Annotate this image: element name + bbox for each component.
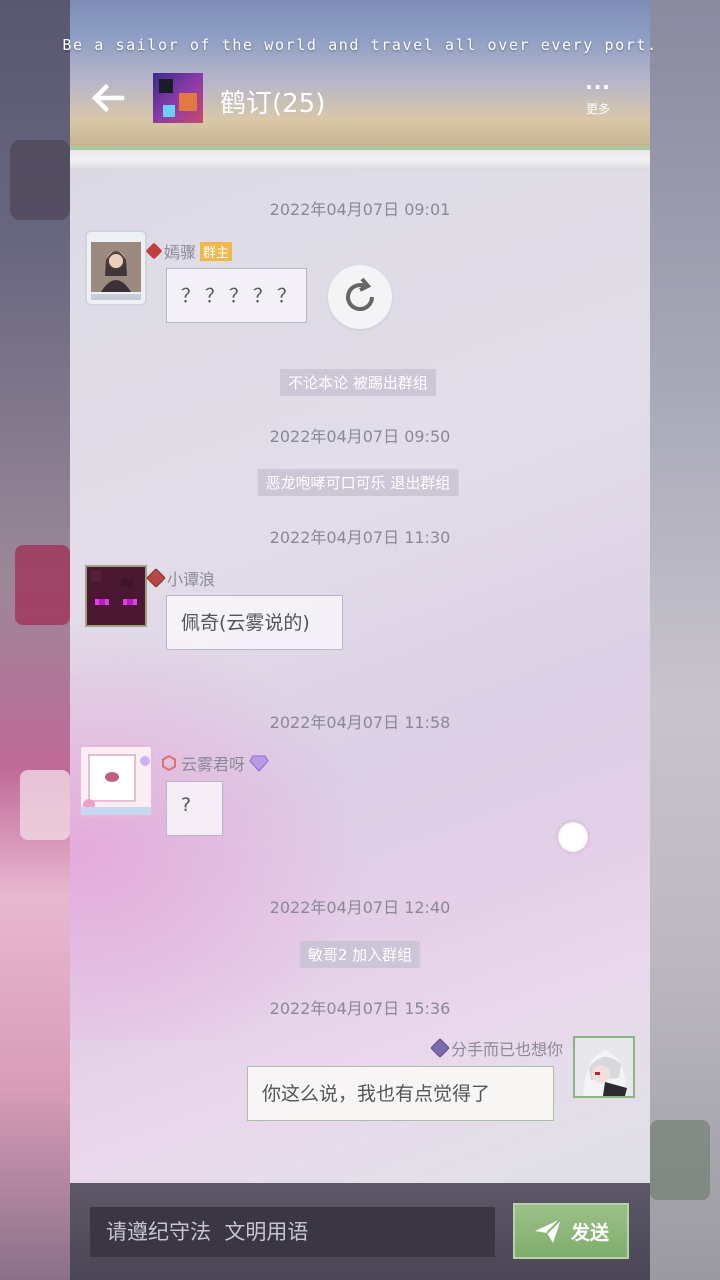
hexagon-badge-icon (162, 755, 176, 771)
system-notice: 敏哥2 加入群组 (299, 941, 421, 968)
header-divider (70, 150, 650, 170)
timestamp: 2022年04月07日 09:01 (269, 200, 451, 219)
arrow-left-icon (91, 83, 125, 113)
avatar[interactable] (85, 565, 147, 627)
more-dots-icon: ··· (585, 75, 611, 99)
resend-button[interactable] (328, 265, 392, 329)
sender-name: 云雾君呀 (181, 755, 246, 774)
chat-screen: 鹤订(25) ··· 更多 2022年04月07日 09:01 嫣骤 群主 ？？… (70, 0, 650, 1280)
sender-name: 小谭浪 (167, 570, 216, 589)
level-badge-icon (430, 1038, 450, 1058)
timestamp: 2022年04月07日 11:30 (269, 528, 451, 547)
background-right-blur (650, 0, 720, 1280)
enderman-avatar-image (87, 567, 145, 625)
sender-name: 嫣骤 (164, 243, 197, 262)
timestamp: 2022年04月07日 15:36 (269, 999, 451, 1018)
background-left-blur (0, 0, 70, 1280)
group-title: 鹤订(25) (220, 89, 326, 119)
avatar-portrait-image (91, 242, 141, 300)
profile-motto: Be a sailor of the world and travel all … (62, 36, 658, 54)
send-button[interactable]: 发送 (513, 1203, 629, 1259)
message-bubble[interactable]: 你这么说，我也有点觉得了 (247, 1066, 554, 1121)
owner-badge: 群主 (200, 241, 233, 261)
refresh-icon (346, 277, 374, 311)
message-input[interactable] (90, 1207, 495, 1257)
more-label: 更多 (585, 102, 610, 116)
avatar-frame-image (81, 754, 151, 815)
avatar[interactable] (79, 745, 153, 817)
level-badge-icon (146, 568, 166, 588)
level-badge-icon (145, 242, 163, 260)
message-bubble[interactable]: 佩奇(云雾说的) (166, 595, 343, 650)
sender-row: 嫣骤 群主 (145, 239, 233, 263)
sender-row: 云雾君呀 (161, 751, 269, 775)
composer-bar: 发送 (70, 1183, 650, 1280)
system-notice: 不论本论 被踢出群组 (280, 369, 436, 396)
avatar[interactable] (85, 230, 147, 306)
group-avatar[interactable] (153, 73, 203, 123)
diamond-vip-icon (249, 755, 269, 772)
chat-header: 鹤订(25) ··· 更多 (70, 0, 650, 150)
timestamp: 2022年04月07日 11:58 (269, 713, 451, 732)
send-label: 发送 (570, 1221, 609, 1244)
sender-name: 分手而已也想你 (450, 1040, 563, 1059)
anime-avatar-image (575, 1038, 633, 1096)
timestamp: 2022年04月07日 09:50 (269, 427, 451, 446)
system-notice: 恶龙咆哮可口可乐 退出群组 (257, 469, 459, 496)
avatar[interactable] (573, 1036, 635, 1098)
paper-plane-icon (534, 1218, 562, 1243)
more-button[interactable]: ··· 更多 (578, 75, 618, 128)
sender-row: 小谭浪 (146, 566, 216, 590)
sender-row: 分手而已也想你 (430, 1036, 563, 1060)
message-bubble[interactable]: ? (166, 781, 223, 836)
message-bubble[interactable]: ？？？？？ (166, 268, 307, 323)
timestamp: 2022年04月07日 12:40 (269, 898, 451, 917)
floating-dot-button[interactable] (558, 822, 588, 852)
back-button[interactable] (88, 78, 128, 118)
